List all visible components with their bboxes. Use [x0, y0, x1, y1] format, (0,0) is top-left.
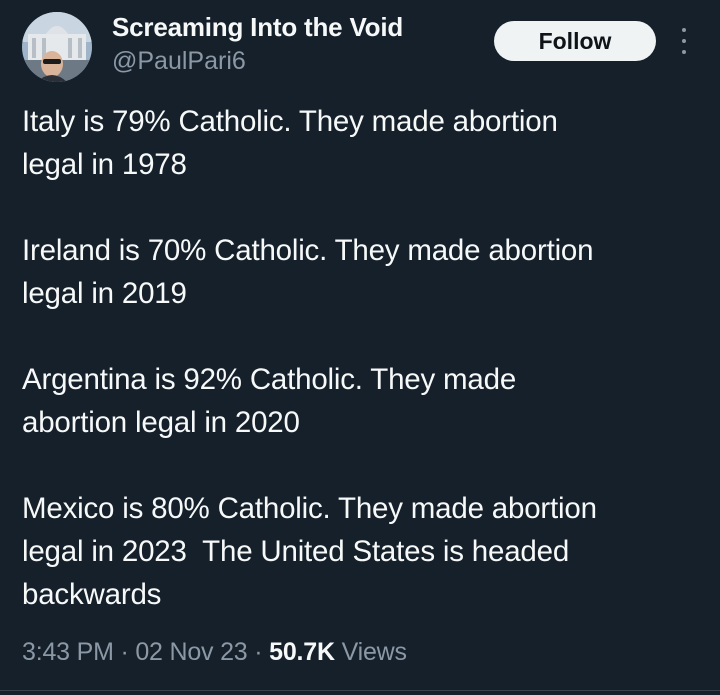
tweet-metadata: 3:43 PM · 02 Nov 23 · 50.7K Views	[22, 638, 407, 667]
views-count: 50.7K	[269, 638, 335, 666]
timestamp-date[interactable]: 02 Nov 23	[135, 638, 247, 666]
follow-button[interactable]: Follow	[494, 21, 656, 61]
tweet-paragraph: Argentina is 92% Catholic. They made abo…	[22, 363, 517, 439]
divider	[0, 690, 720, 691]
tweet: Screaming Into the Void @PaulPari6 Follo…	[0, 0, 720, 695]
tweet-text: Italy is 79% Catholic. They made abortio…	[22, 100, 702, 616]
tweet-paragraph: Ireland is 70% Catholic. They made abort…	[22, 234, 594, 310]
tweet-paragraph: Italy is 79% Catholic. They made abortio…	[22, 105, 558, 181]
tweet-paragraph: Mexico is 80% Catholic. They made aborti…	[22, 492, 597, 611]
meta-separator: ·	[113, 638, 136, 666]
more-vertical-icon[interactable]	[674, 28, 694, 54]
meta-separator: ·	[247, 638, 270, 666]
user-handle[interactable]: @PaulPari6	[112, 47, 246, 76]
display-name[interactable]: Screaming Into the Void	[112, 12, 403, 43]
profile-photo	[22, 12, 92, 82]
avatar[interactable]	[22, 12, 92, 82]
views-label: Views	[334, 638, 407, 666]
timestamp-time[interactable]: 3:43 PM	[22, 638, 114, 666]
